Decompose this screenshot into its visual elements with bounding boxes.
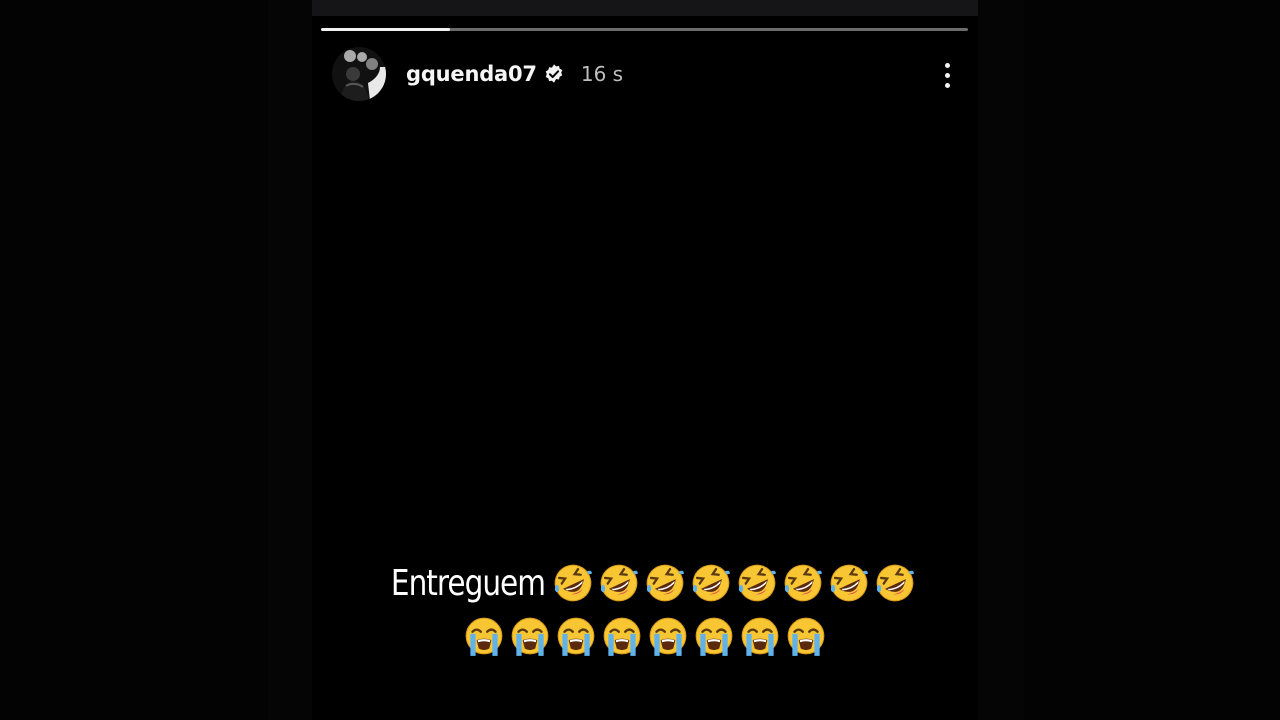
rolling-on-floor-laughing-icon bbox=[876, 564, 914, 602]
more-vertical-icon-dot bbox=[944, 82, 950, 88]
rolling-on-floor-laughing-icon bbox=[784, 564, 822, 602]
caption-text: Entreguem bbox=[390, 562, 546, 604]
loudly-crying-face-icon bbox=[695, 617, 733, 656]
caption-line-1: Entreguem bbox=[312, 562, 978, 604]
avatar[interactable] bbox=[332, 47, 386, 101]
crying-emoji-row bbox=[463, 616, 827, 658]
verified-badge-icon bbox=[545, 64, 563, 83]
loudly-crying-face-icon bbox=[787, 617, 825, 656]
rolling-on-floor-laughing-icon bbox=[830, 564, 868, 602]
story-header: gquenda07 16 s bbox=[332, 47, 952, 101]
loudly-crying-face-icon bbox=[649, 617, 687, 656]
loudly-crying-face-icon bbox=[557, 617, 595, 656]
rolling-on-floor-laughing-icon bbox=[646, 564, 684, 602]
rolling-on-floor-laughing-icon bbox=[600, 564, 638, 602]
more-options-button[interactable] bbox=[932, 58, 962, 92]
more-vertical-icon bbox=[944, 62, 950, 68]
loudly-crying-face-icon bbox=[465, 617, 503, 656]
left-backdrop bbox=[268, 0, 312, 720]
top-strip bbox=[312, 0, 978, 16]
post-time: 16 s bbox=[580, 62, 624, 86]
rolling-on-floor-laughing-icon bbox=[738, 564, 776, 602]
loudly-crying-face-icon bbox=[741, 617, 779, 656]
right-backdrop bbox=[978, 0, 1024, 720]
rolling-on-floor-laughing-icon bbox=[554, 564, 592, 602]
more-vertical-icon-dot bbox=[944, 72, 950, 78]
laughing-emoji-row bbox=[552, 562, 916, 604]
story-card[interactable]: gquenda07 16 s Entreguem bbox=[312, 16, 978, 720]
loudly-crying-face-icon bbox=[511, 617, 549, 656]
story-progress-bar bbox=[321, 28, 968, 31]
loudly-crying-face-icon bbox=[603, 617, 641, 656]
profile-photo-icon bbox=[332, 47, 386, 101]
rolling-on-floor-laughing-icon bbox=[692, 564, 730, 602]
username[interactable]: gquenda07 bbox=[406, 62, 537, 86]
caption-line-2 bbox=[312, 616, 978, 658]
story-viewer: gquenda07 16 s Entreguem bbox=[0, 0, 1280, 720]
story-progress-fill bbox=[321, 28, 451, 31]
